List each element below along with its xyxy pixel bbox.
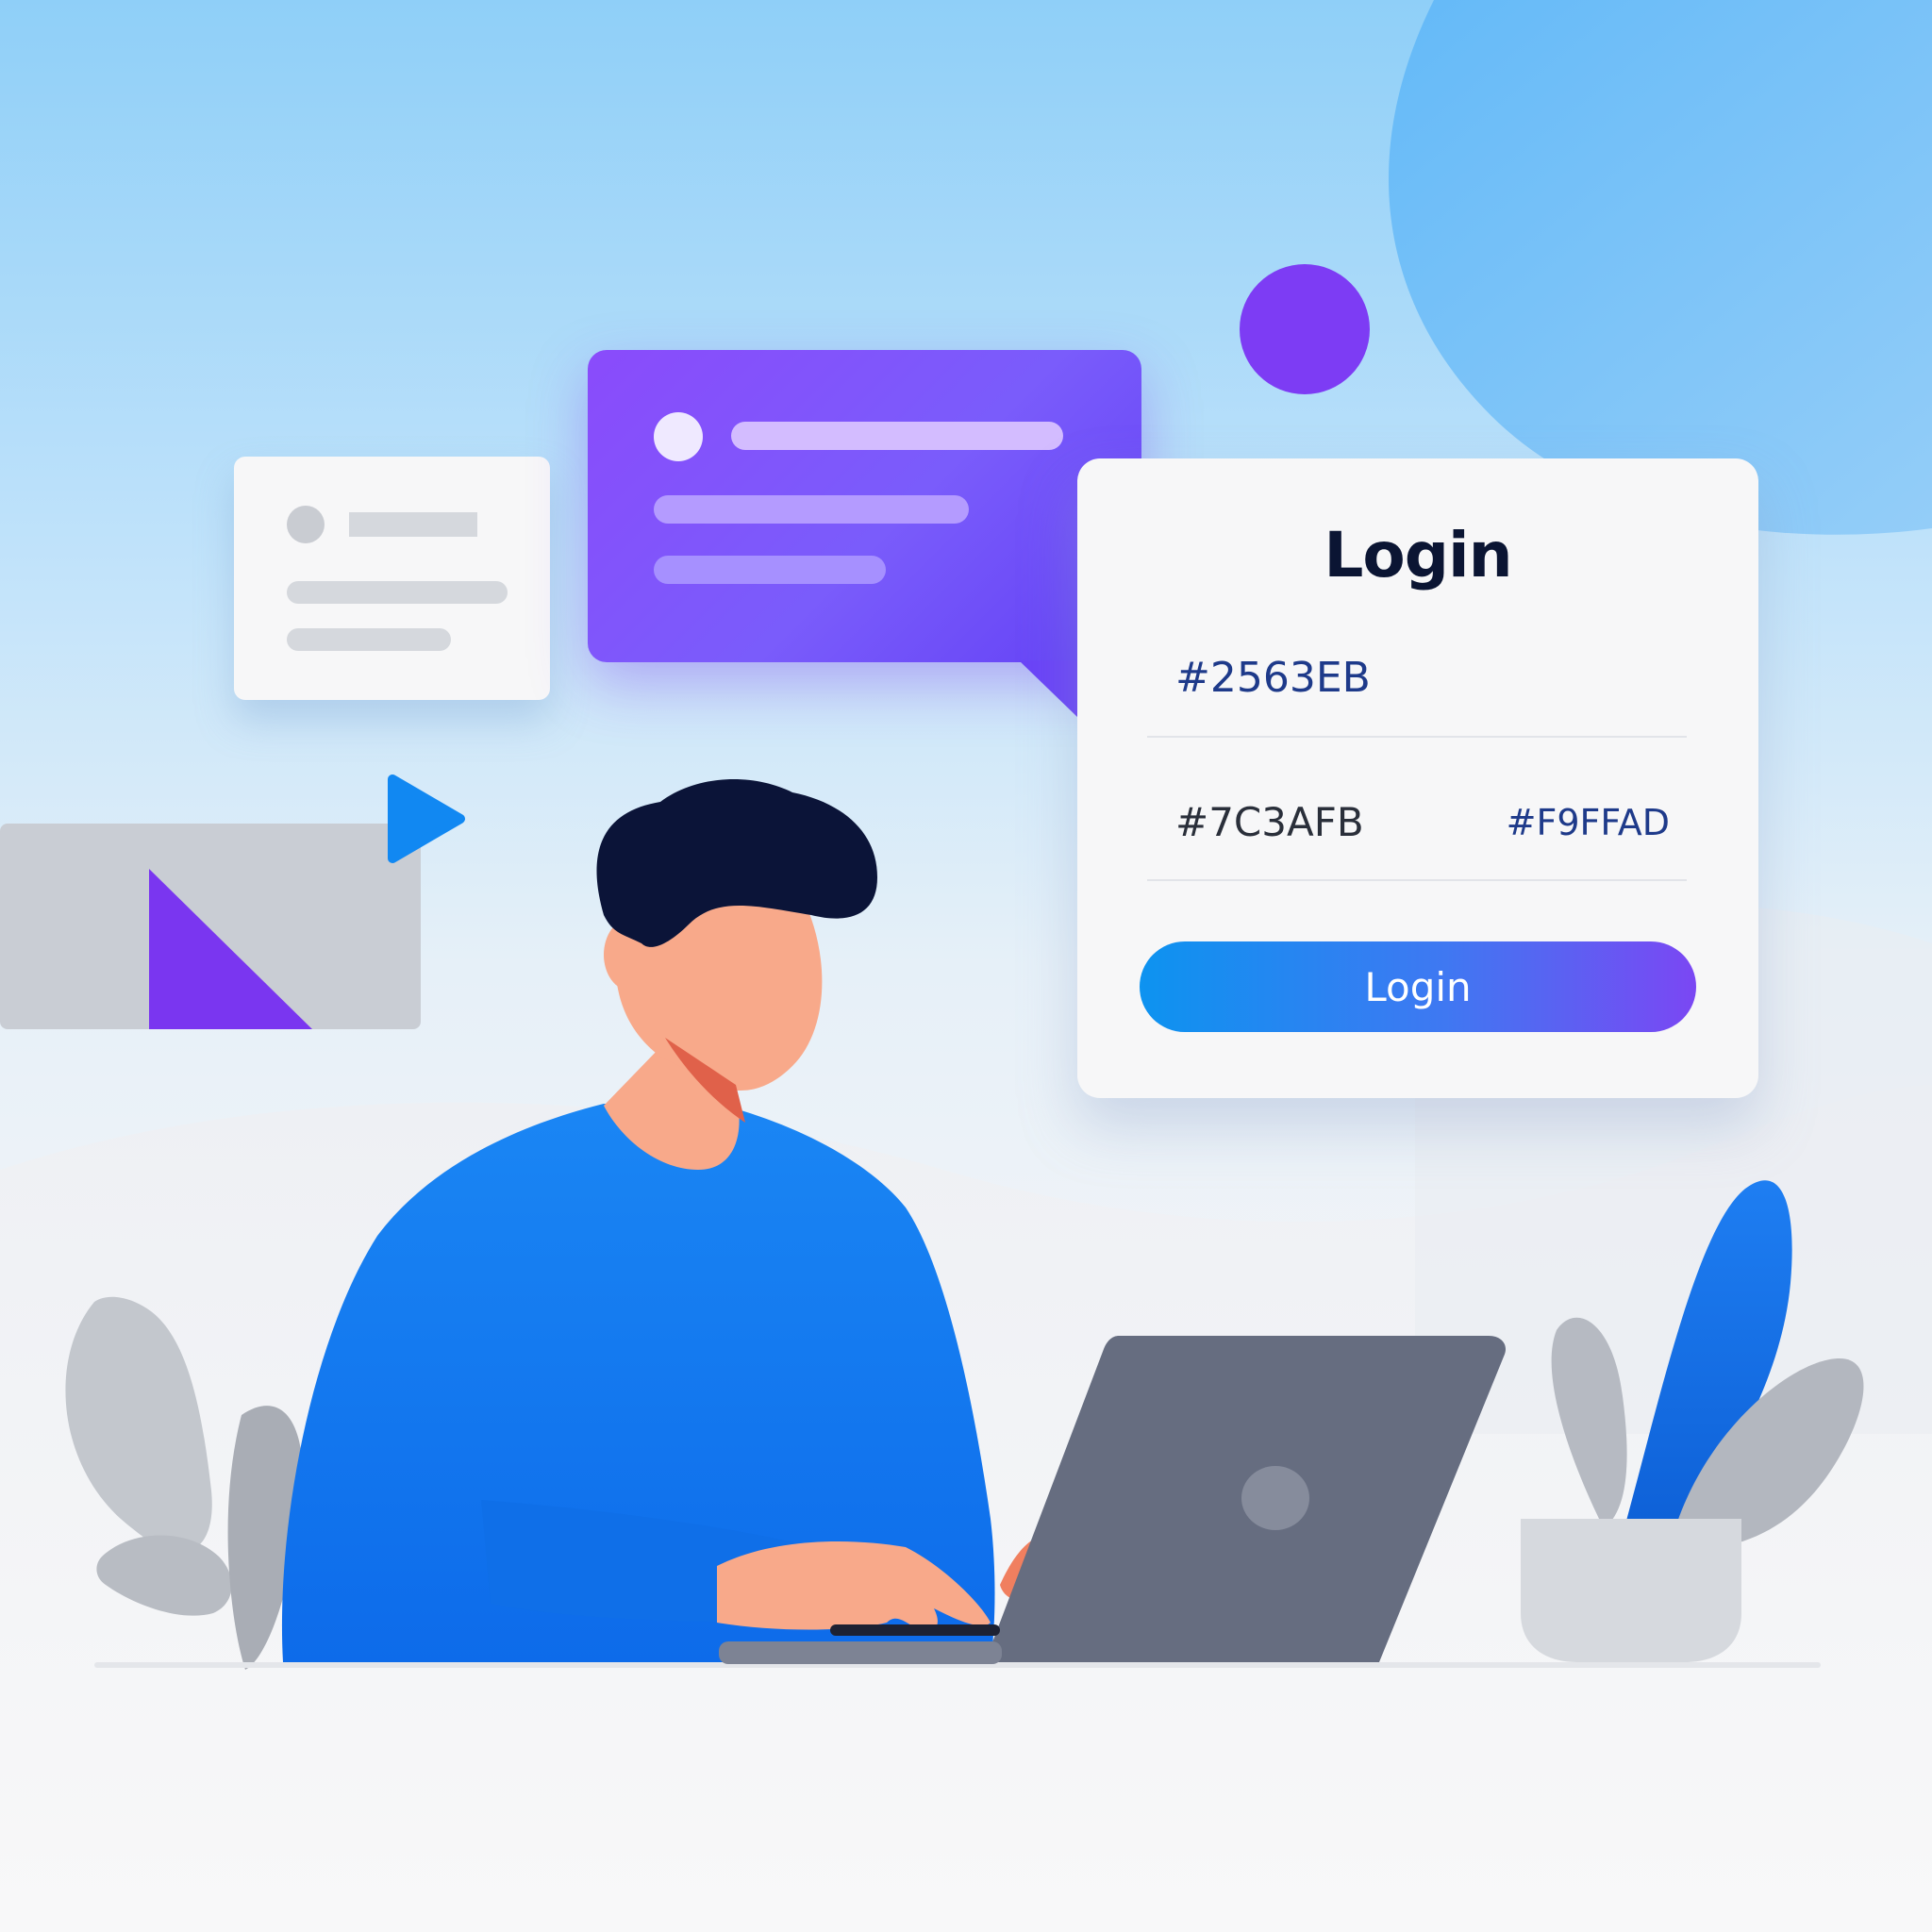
- placeholder-line: [349, 512, 477, 537]
- secondary-field-extra: #F9FFAD: [1506, 802, 1670, 843]
- info-card: [234, 457, 550, 700]
- illustration-scene: Login #2563EB #7C3AFB #F9FFAD Login: [0, 0, 1932, 1932]
- laptop-logo-icon: [1241, 1466, 1309, 1530]
- keyboard: [830, 1624, 1000, 1636]
- placeholder-line: [654, 495, 969, 524]
- chat-bubble: [588, 350, 1141, 662]
- avatar-placeholder-icon: [287, 506, 325, 543]
- login-title: Login: [1324, 519, 1512, 591]
- login-card: Login #2563EB #7C3AFB #F9FFAD Login: [1077, 458, 1758, 1098]
- chat-bubble-content: [654, 412, 1063, 584]
- login-button[interactable]: Login: [1140, 941, 1696, 1032]
- placeholder-line: [287, 628, 451, 651]
- secondary-field[interactable]: #7C3AFB #F9FFAD: [1147, 775, 1687, 881]
- avatar-placeholder-icon: [654, 412, 703, 461]
- placeholder-line: [287, 581, 508, 604]
- laptop-base: [719, 1641, 1002, 1664]
- purple-circle: [1240, 264, 1370, 394]
- primary-field[interactable]: #2563EB: [1147, 632, 1687, 738]
- chat-bubble-tail: [1019, 660, 1077, 717]
- placeholder-line: [654, 556, 886, 584]
- background-blob: [1389, 0, 1932, 535]
- play-icon: [388, 774, 465, 863]
- plant-pot: [1521, 1519, 1741, 1662]
- secondary-field-value: #7C3AFB: [1175, 799, 1364, 845]
- primary-field-value: #2563EB: [1175, 654, 1371, 702]
- placeholder-line: [731, 422, 1063, 450]
- info-card-content: [287, 506, 508, 651]
